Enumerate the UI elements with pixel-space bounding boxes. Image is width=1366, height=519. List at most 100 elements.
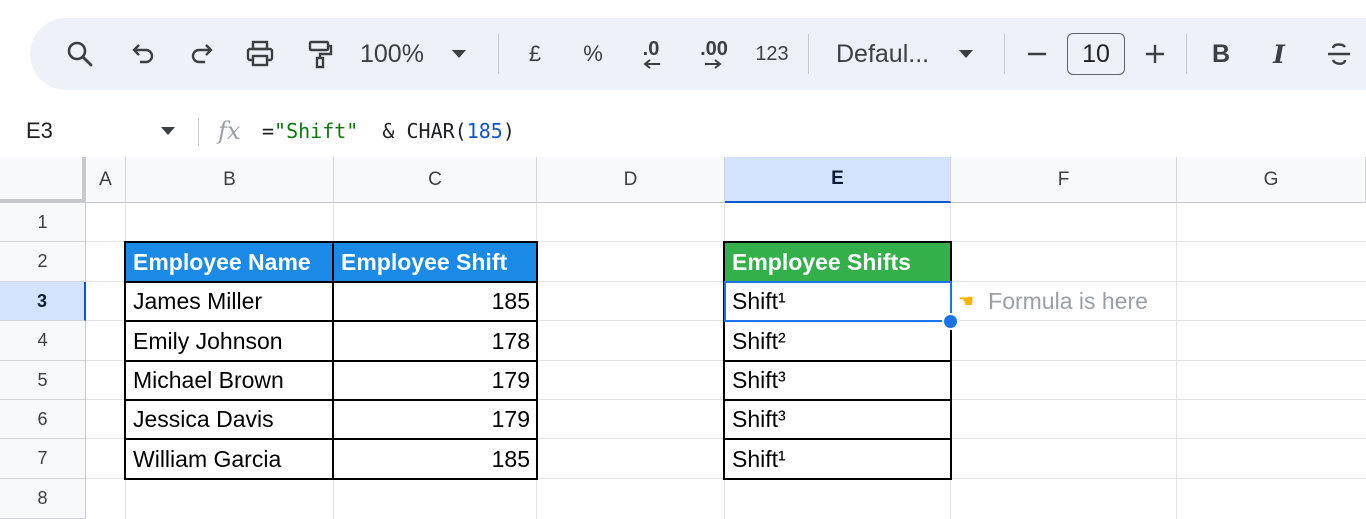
- row-header-3[interactable]: 3: [0, 282, 86, 321]
- undo-icon: [130, 41, 156, 67]
- row-header-2[interactable]: 2: [0, 242, 86, 282]
- decrease-decimal-button[interactable]: .0: [630, 18, 672, 90]
- zoom-select[interactable]: 100%: [360, 18, 480, 90]
- column-header-e[interactable]: E: [725, 157, 951, 203]
- column-header-g[interactable]: G: [1177, 157, 1366, 203]
- search-icon: [66, 40, 94, 68]
- employee-name-cell[interactable]: Jessica Davis: [126, 400, 334, 439]
- pointing-hand-icon: ☚: [958, 291, 975, 311]
- table1-border: [124, 399, 538, 401]
- minus-icon: [1026, 43, 1048, 65]
- increase-font-size-button[interactable]: [1140, 18, 1170, 90]
- column-header-f[interactable]: F: [951, 157, 1177, 203]
- currency-icon: £: [528, 41, 542, 66]
- increase-decimal-button[interactable]: .00: [690, 18, 738, 90]
- bold-button[interactable]: B: [1206, 18, 1236, 90]
- formula-number: 185: [466, 119, 503, 143]
- font-family-select[interactable]: Defaul...: [836, 18, 986, 90]
- formula-bar: E3 fx = "Shift" & CHAR(185): [0, 105, 1366, 157]
- chevron-down-icon: [959, 50, 974, 58]
- row-header-8[interactable]: 8: [0, 479, 86, 519]
- table2-border: [723, 438, 952, 440]
- column-header-c[interactable]: C: [334, 157, 537, 203]
- shift-cell[interactable]: Shift¹: [725, 439, 951, 479]
- format-percent-button[interactable]: %: [578, 18, 608, 90]
- formula-function: & CHAR(: [358, 119, 467, 143]
- formula-eq: =: [262, 119, 275, 143]
- column-header-a[interactable]: A: [86, 157, 126, 203]
- table2-border: [723, 281, 952, 283]
- row-header-7[interactable]: 7: [0, 439, 86, 479]
- fx-icon: fx: [218, 117, 241, 145]
- employee-name-cell[interactable]: William Garcia: [126, 439, 334, 479]
- column-header-b[interactable]: B: [126, 157, 334, 203]
- undo-button[interactable]: [126, 18, 160, 90]
- gridline: [1176, 203, 1177, 519]
- shift-cell[interactable]: Shift²: [725, 321, 951, 361]
- bold-icon: B: [1211, 39, 1231, 68]
- arrow-right-icon: [703, 59, 725, 69]
- row-header-1[interactable]: 1: [0, 203, 86, 242]
- name-box-value: E3: [26, 118, 53, 143]
- font-family-value: Defaul...: [836, 39, 930, 68]
- employee-name-cell[interactable]: James Miller: [126, 282, 334, 321]
- table1-border: [124, 320, 538, 322]
- toolbar-divider: [808, 34, 809, 74]
- decrease-decimal-label: .0: [642, 38, 660, 60]
- employee-shift-cell[interactable]: 178: [334, 321, 537, 361]
- name-box[interactable]: E3: [26, 105, 175, 157]
- redo-button[interactable]: [185, 18, 219, 90]
- strikethrough-icon: [1325, 40, 1353, 68]
- select-all-corner[interactable]: [0, 157, 86, 203]
- table1-border: [124, 281, 538, 283]
- italic-icon: I: [1273, 39, 1285, 69]
- column-header-d[interactable]: D: [537, 157, 725, 203]
- chevron-down-icon: [160, 127, 175, 135]
- toolbar-divider: [1186, 34, 1187, 74]
- row-header-4[interactable]: 4: [0, 321, 86, 361]
- formula-divider: [198, 118, 199, 146]
- spreadsheet-grid: A B C D E F G 1 2 3 4 5 6 7 8 Employee N…: [0, 157, 1366, 519]
- toolbar-divider: [498, 34, 499, 74]
- table1-border: [124, 360, 538, 362]
- percent-icon: %: [583, 41, 603, 66]
- annotation-text: Formula is here: [988, 288, 1148, 314]
- search-menus-button[interactable]: [62, 18, 98, 90]
- table2-border: [723, 320, 952, 322]
- italic-button[interactable]: I: [1264, 18, 1294, 90]
- print-icon: [245, 40, 275, 68]
- table2-border: [723, 399, 952, 401]
- more-formats-button[interactable]: 123: [750, 18, 794, 90]
- format-currency-button[interactable]: £: [520, 18, 550, 90]
- decrease-font-size-button[interactable]: [1022, 18, 1052, 90]
- number-format-label: 123: [755, 42, 789, 65]
- strikethrough-button[interactable]: [1324, 18, 1354, 90]
- employee-shift-cell[interactable]: 179: [334, 361, 537, 400]
- font-size-input[interactable]: 10: [1067, 33, 1125, 75]
- table-header-employee-shift[interactable]: Employee Shift: [334, 242, 537, 282]
- row-header-5[interactable]: 5: [0, 361, 86, 400]
- employee-shift-cell[interactable]: 179: [334, 400, 537, 439]
- chevron-down-icon: [451, 50, 466, 58]
- employee-shift-cell[interactable]: 185: [334, 439, 537, 479]
- shift-cell[interactable]: Shift¹: [725, 282, 951, 321]
- employee-name-cell[interactable]: Michael Brown: [126, 361, 334, 400]
- shift-cell[interactable]: Shift³: [725, 400, 951, 439]
- shift-cell[interactable]: Shift³: [725, 361, 951, 400]
- arrow-left-icon: [640, 59, 662, 69]
- paint-format-button[interactable]: [302, 18, 338, 90]
- table-header-employee-name[interactable]: Employee Name: [126, 242, 334, 282]
- formula-annotation: ☚ Formula is here: [958, 282, 1148, 321]
- table-header-employee-shifts[interactable]: Employee Shifts: [725, 242, 951, 282]
- employee-shift-cell[interactable]: 185: [334, 282, 537, 321]
- employee-name-cell[interactable]: Emily Johnson: [126, 321, 334, 361]
- print-button[interactable]: [242, 18, 278, 90]
- formula-input[interactable]: = "Shift" & CHAR(185): [262, 105, 515, 157]
- redo-icon: [189, 41, 215, 67]
- row-header-6[interactable]: 6: [0, 400, 86, 439]
- table1-border: [124, 438, 538, 440]
- toolbar-divider: [1004, 34, 1005, 74]
- toolbar: 100% £ % .0 .00 123 Defaul... B I: [30, 18, 1366, 90]
- fill-handle[interactable]: [942, 313, 959, 330]
- table2-border: [723, 360, 952, 362]
